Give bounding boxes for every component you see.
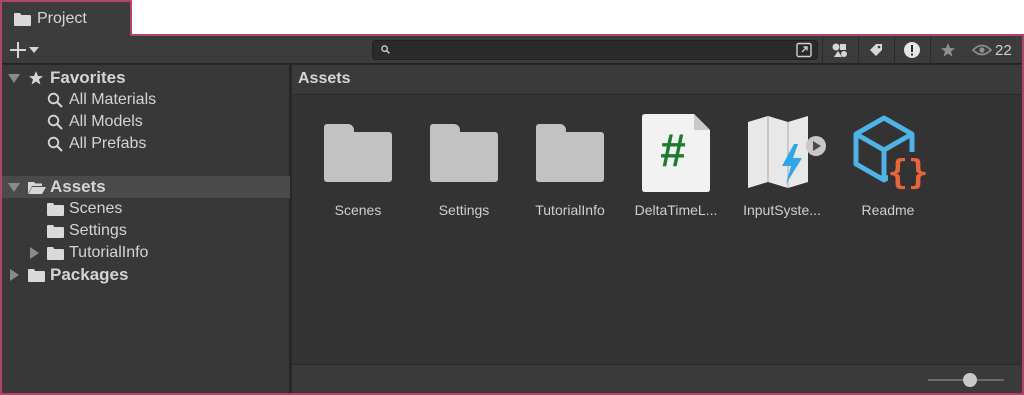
- search-field[interactable]: [372, 40, 818, 60]
- add-button[interactable]: [10, 40, 48, 60]
- tree-item-all-prefabs[interactable]: All Prefabs: [2, 133, 290, 155]
- tree-item-label: Assets: [50, 177, 106, 196]
- tree-item-label: All Models: [69, 113, 143, 130]
- asset-item-tutorialinfo[interactable]: TutorialInfo: [522, 114, 618, 224]
- asset-name: TutorialInfo: [535, 202, 605, 218]
- warning-icon: [903, 42, 920, 58]
- search-icon: [381, 45, 390, 54]
- asset-name: DeltaTimeL...: [634, 202, 718, 218]
- hidden-packages-toggle[interactable]: 22: [972, 36, 1012, 64]
- svg-text:#: #: [660, 124, 686, 176]
- readme-icon: {}: [853, 115, 929, 192]
- tree-item-tutorialinfo[interactable]: TutorialInfo: [2, 242, 290, 264]
- tree-item-label: Settings: [69, 222, 127, 239]
- breadcrumb: Assets: [292, 65, 1022, 95]
- tree-item-label: Packages: [50, 265, 129, 284]
- tree-item-all-materials[interactable]: All Materials: [2, 89, 290, 111]
- folder-icon: [324, 124, 392, 182]
- chevron-down-icon: [8, 182, 20, 192]
- asset-name: Settings: [438, 202, 490, 218]
- folder-icon: [536, 124, 604, 182]
- asset-item-settings[interactable]: Settings: [416, 114, 512, 224]
- project-window-frame: Project 22 Favorites All Materials All M…: [0, 0, 1024, 395]
- asset-browser: Assets Scenes Settings TutorialInfo # De…: [292, 65, 1022, 393]
- tree-item-packages[interactable]: Packages: [2, 264, 290, 286]
- folder-icon: [47, 247, 64, 260]
- asset-item-inputsystem[interactable]: InputSyste...: [734, 114, 830, 224]
- asset-item-readme[interactable]: {} Readme: [840, 114, 936, 224]
- search-by-type-icon[interactable]: [795, 42, 813, 58]
- expand-arrow[interactable]: [28, 247, 40, 259]
- input-actions-map-icon: [748, 116, 826, 188]
- asset-item-script[interactable]: # DeltaTimeL...: [628, 114, 724, 224]
- hidden-count: 22: [995, 41, 1012, 59]
- asset-grid[interactable]: Scenes Settings TutorialInfo # DeltaTime…: [292, 96, 1022, 364]
- expand-arrow[interactable]: [8, 269, 20, 281]
- star-icon: [940, 43, 955, 57]
- filter-by-type-button[interactable]: [822, 36, 856, 64]
- star-icon: [29, 71, 43, 85]
- search-input[interactable]: [395, 42, 785, 58]
- tab-strip: Project: [0, 0, 1024, 36]
- tree-item-label: TutorialInfo: [69, 244, 149, 261]
- asset-name: Scenes: [334, 202, 382, 218]
- asset-item-scenes[interactable]: Scenes: [310, 114, 406, 224]
- tree-item-favorites[interactable]: Favorites: [2, 67, 290, 89]
- tree-item-label: All Prefabs: [69, 135, 147, 152]
- tree-item-all-models[interactable]: All Models: [2, 111, 290, 133]
- status-bar: [292, 364, 1022, 393]
- asset-name: Readme: [861, 202, 915, 218]
- zoom-slider-handle[interactable]: [962, 373, 977, 387]
- chevron-down-icon: [8, 73, 20, 83]
- tree-item-scenes[interactable]: Scenes: [2, 198, 290, 220]
- filter-by-importlog-button[interactable]: [894, 36, 928, 64]
- folder-icon: [47, 225, 64, 238]
- breadcrumb-assets[interactable]: Assets: [298, 70, 350, 88]
- eye-icon: [972, 44, 992, 56]
- tree-item-label: Scenes: [69, 200, 123, 217]
- tree-item-settings[interactable]: Settings: [2, 220, 290, 242]
- expand-arrow[interactable]: [8, 181, 20, 193]
- tree-item-label: Favorites: [50, 68, 126, 87]
- asset-name: InputSyste...: [743, 202, 821, 218]
- tree-item-label: All Materials: [69, 91, 157, 108]
- folder-icon: [47, 203, 64, 216]
- chevron-down-icon: [29, 47, 39, 53]
- folder-icon: [14, 12, 31, 26]
- search-icon: [47, 114, 63, 130]
- chevron-right-icon: [29, 247, 39, 259]
- tab-label: Project: [37, 10, 87, 27]
- svg-text:{}: {}: [888, 153, 929, 192]
- toolbar: 22: [2, 36, 1022, 64]
- tree-item-assets[interactable]: Assets: [2, 176, 290, 198]
- expand-arrow[interactable]: [8, 72, 20, 84]
- search-icon: [47, 136, 63, 152]
- plus-icon: [10, 42, 26, 58]
- filter-by-label-button[interactable]: [858, 36, 892, 64]
- folder-open-icon: [28, 181, 46, 194]
- tab-project[interactable]: Project: [0, 0, 132, 36]
- shapes-icon: [832, 43, 847, 57]
- search-icon: [47, 92, 63, 108]
- csharp-script-icon: #: [642, 114, 710, 192]
- chevron-right-icon: [9, 269, 19, 281]
- folder-tree[interactable]: Favorites All Materials All Models All P…: [2, 65, 290, 393]
- folder-icon: [28, 269, 45, 282]
- save-search-button[interactable]: [930, 36, 964, 64]
- tag-icon: [869, 44, 882, 56]
- project-window: 22 Favorites All Materials All Models Al…: [0, 34, 1024, 395]
- folder-icon: [430, 124, 498, 182]
